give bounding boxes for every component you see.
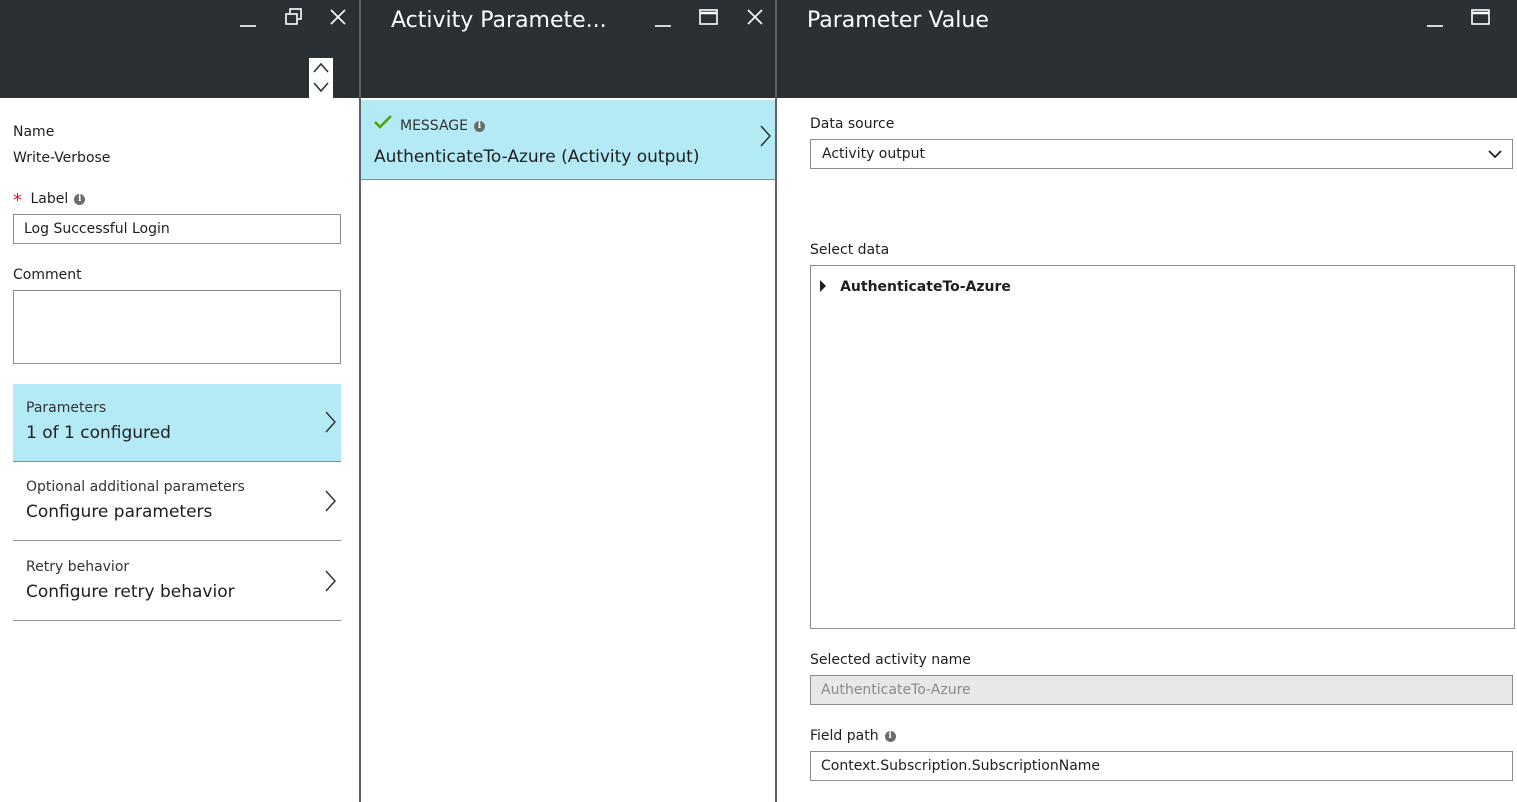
info-icon[interactable]: i <box>884 730 896 742</box>
blade-header: Activity Paramete... <box>361 0 775 98</box>
tile-label: Parameters <box>26 400 107 416</box>
data-source-label: Data source <box>810 116 895 132</box>
close-icon <box>747 9 763 25</box>
label-field-label: * Label i <box>13 190 86 211</box>
minimize-icon <box>240 25 256 27</box>
restore-button[interactable] <box>280 3 308 31</box>
parameters-tile[interactable]: Parameters 1 of 1 configured <box>13 384 341 462</box>
activity-blade: Name Write-Verbose * Labeli Comment Para… <box>0 0 359 802</box>
parameter-message-item[interactable]: MESSAGE i AuthenticateTo-Azure (Activity … <box>361 100 775 180</box>
blade-header: Parameter Value <box>777 0 1517 98</box>
close-icon <box>330 9 346 25</box>
select-data-label: Select data <box>810 242 890 258</box>
tile-value: Configure retry behavior <box>26 582 235 602</box>
field-path-label: Field path <box>810 728 879 744</box>
chevron-right-icon <box>760 125 772 147</box>
close-button[interactable] <box>324 3 352 31</box>
selected-activity-label: Selected activity name <box>810 652 971 668</box>
tile-value: Configure parameters <box>26 502 213 522</box>
minimize-button[interactable] <box>1421 6 1449 34</box>
restore-icon <box>285 8 302 25</box>
maximize-icon <box>1471 9 1490 25</box>
scroll-control[interactable] <box>309 58 333 98</box>
data-source-value: Activity output <box>822 146 925 162</box>
minimize-button[interactable] <box>649 6 677 34</box>
parameter-name: MESSAGE <box>400 118 468 134</box>
close-button[interactable] <box>741 3 769 31</box>
field-path-label-row: Field path i <box>810 728 896 744</box>
info-icon[interactable]: i <box>74 193 86 205</box>
tree-item-label: AuthenticateTo-Azure <box>840 279 1011 295</box>
scroll-up-icon[interactable] <box>313 62 329 73</box>
tile-label: Retry behavior <box>26 559 130 575</box>
expand-triangle-icon[interactable] <box>819 280 827 292</box>
data-source-select[interactable]: Activity output <box>810 139 1513 169</box>
retry-behavior-tile[interactable]: Retry behavior Configure retry behavior <box>13 543 341 621</box>
tile-label: Optional additional parameters <box>26 479 245 495</box>
minimize-button[interactable] <box>234 6 262 34</box>
parameter-value: AuthenticateTo-Azure (Activity output) <box>374 147 700 167</box>
activity-parameters-blade: Activity Paramete... MESSAGE i Authentica… <box>361 0 775 802</box>
minimize-icon <box>655 25 671 27</box>
maximize-icon <box>699 9 718 25</box>
maximize-button[interactable] <box>695 3 723 31</box>
parameter-value-blade: Parameter Value Data source Activity out… <box>777 0 1517 802</box>
comment-label: Comment <box>13 267 82 283</box>
optional-parameters-tile[interactable]: Optional additional parameters Configure… <box>13 463 341 541</box>
tile-value: 1 of 1 configured <box>26 423 171 443</box>
comment-textarea[interactable] <box>13 290 341 364</box>
parameter-name-row: MESSAGE i <box>400 118 485 134</box>
label-input[interactable] <box>13 214 341 244</box>
minimize-icon <box>1427 25 1443 27</box>
tree-item[interactable]: AuthenticateTo-Azure <box>819 276 1011 295</box>
info-icon[interactable]: i <box>473 120 485 132</box>
chevron-right-icon <box>325 490 337 512</box>
name-label: Name <box>13 124 55 140</box>
required-marker: * <box>13 190 22 211</box>
name-value: Write-Verbose <box>13 150 111 166</box>
checkmark-icon <box>374 115 392 129</box>
selected-activity-input <box>810 675 1513 705</box>
label-label-text: Label <box>30 191 69 207</box>
blade-title: Parameter Value <box>807 8 989 33</box>
chevron-down-icon <box>1488 150 1502 159</box>
field-path-input[interactable] <box>810 751 1513 781</box>
select-data-tree: AuthenticateTo-Azure <box>810 265 1515 629</box>
blade-header <box>0 0 359 98</box>
maximize-button[interactable] <box>1467 3 1495 31</box>
chevron-right-icon <box>325 411 337 433</box>
blade-title: Activity Paramete... <box>391 8 607 33</box>
scroll-down-icon[interactable] <box>313 82 329 93</box>
chevron-right-icon <box>325 570 337 592</box>
